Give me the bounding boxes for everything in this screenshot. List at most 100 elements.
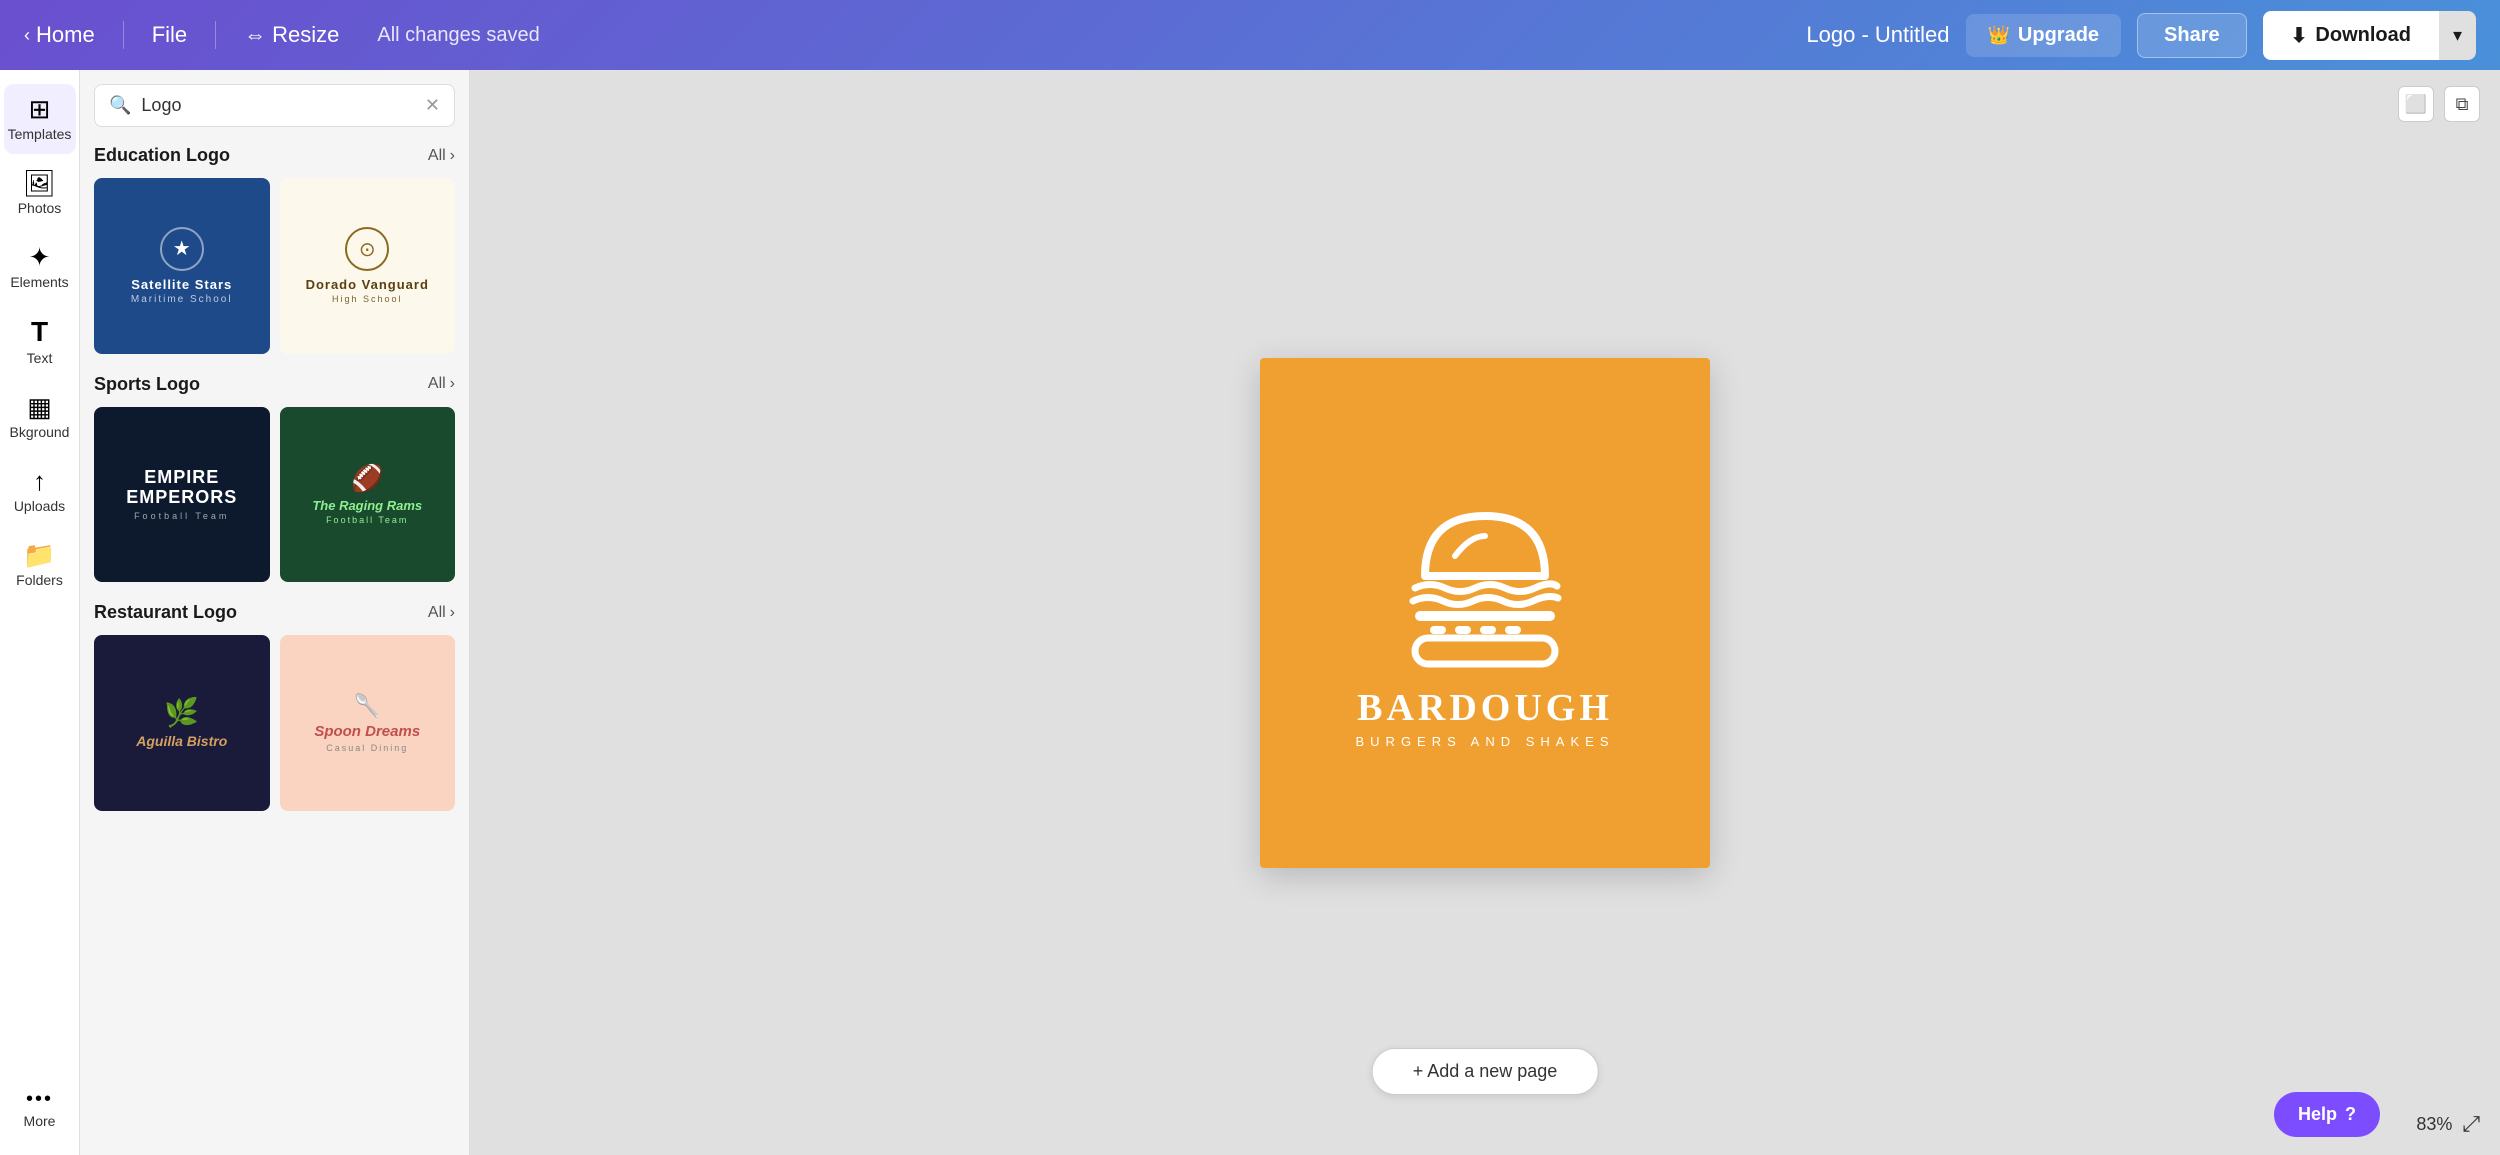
- share-button[interactable]: Share: [2137, 13, 2247, 58]
- crown-icon: 👑: [1988, 25, 2010, 46]
- notes-tool-button[interactable]: ⬜: [2398, 86, 2434, 122]
- document-title: Logo - Untitled: [1806, 22, 1949, 48]
- dorado-star-icon: ⊙: [359, 237, 376, 262]
- add-new-page-button[interactable]: + Add a new page: [1372, 1048, 1599, 1095]
- main-layout: ⊞ Templates 🖼 Photos ✦ Elements T Text ▦…: [0, 70, 2500, 1155]
- share-label: Share: [2164, 24, 2220, 46]
- spoon-icon: 🥄: [354, 693, 381, 719]
- empire-name: EMPIREEMPERORS: [126, 468, 237, 508]
- brand-name: BARDOUGH: [1357, 686, 1613, 730]
- back-arrow-icon: ‹: [24, 25, 30, 46]
- resize-button[interactable]: ⇔ Resize: [244, 22, 339, 48]
- help-label: Help: [2298, 1104, 2337, 1125]
- satellite-star-icon: ★: [173, 236, 191, 261]
- satellite-sub: Maritime School: [131, 294, 233, 305]
- text-icon: T: [31, 318, 48, 346]
- download-dropdown-button[interactable]: ▾: [2439, 11, 2476, 60]
- help-icon: ?: [2345, 1104, 2356, 1125]
- spoon-name: Spoon Dreams: [314, 723, 420, 740]
- spoon-sub: Casual Dining: [326, 743, 408, 753]
- download-label: Download: [2315, 24, 2411, 47]
- sports-template-grid: EMPIREEMPERORS Football Team 🏈 The Ragin…: [94, 407, 455, 583]
- sidebar-item-uploads[interactable]: ↑ Uploads: [4, 456, 76, 526]
- sidebar-item-folders[interactable]: 📁 Folders: [4, 530, 76, 600]
- help-button[interactable]: Help ?: [2274, 1092, 2380, 1137]
- sidebar-photos-label: Photos: [18, 200, 62, 216]
- satellite-name: Satellite Stars: [131, 277, 232, 292]
- search-box[interactable]: 🔍 ✕: [94, 84, 455, 127]
- sidebar-elements-label: Elements: [10, 274, 68, 290]
- dorado-name: Dorado Vanguard: [306, 277, 429, 292]
- leaf-icon: 🌿: [164, 696, 199, 729]
- education-all-button[interactable]: All ›: [428, 147, 455, 165]
- sidebar-more-label: More: [24, 1113, 56, 1129]
- restaurant-all-button[interactable]: All ›: [428, 604, 455, 622]
- search-input[interactable]: [141, 95, 414, 116]
- education-section-header: Education Logo All ›: [94, 145, 455, 166]
- template-card-aguilla[interactable]: 🌿 Aguilla Bistro: [94, 635, 270, 811]
- topbar-right: Logo - Untitled 👑 Upgrade Share ⬇ Downlo…: [1806, 11, 2476, 60]
- education-section-title: Education Logo: [94, 145, 230, 166]
- download-icon: ⬇: [2291, 23, 2308, 48]
- empire-sub: Football Team: [134, 511, 229, 521]
- download-button-group: ⬇ Download ▾: [2263, 11, 2476, 60]
- topbar-left: ‹ Home File ⇔ Resize All changes saved: [24, 21, 540, 49]
- sports-section-title: Sports Logo: [94, 374, 200, 395]
- file-button[interactable]: File: [152, 22, 187, 48]
- sidebar: ⊞ Templates 🖼 Photos ✦ Elements T Text ▦…: [0, 70, 80, 1155]
- sports-all-label: All: [428, 375, 446, 393]
- divider: [215, 21, 216, 49]
- expand-icon[interactable]: ⤢: [2462, 1111, 2480, 1137]
- notes-icon: ⬜: [2405, 94, 2427, 115]
- copy-tool-button[interactable]: ⧉: [2444, 86, 2480, 122]
- dorado-circle: ⊙: [345, 227, 389, 271]
- more-icon: •••: [26, 1089, 53, 1109]
- sidebar-item-more[interactable]: ••• More: [4, 1077, 76, 1141]
- sidebar-item-elements[interactable]: ✦ Elements: [4, 232, 76, 302]
- search-icon: 🔍: [109, 95, 131, 116]
- raging-sub: Football Team: [326, 515, 408, 525]
- sports-section-header: Sports Logo All ›: [94, 374, 455, 395]
- sidebar-uploads-label: Uploads: [14, 498, 65, 514]
- restaurant-template-grid: 🌿 Aguilla Bistro 🥄 Spoon Dreams Casual D…: [94, 635, 455, 811]
- chevron-down-icon: ▾: [2453, 25, 2462, 45]
- uploads-icon: ↑: [33, 468, 46, 494]
- topbar: ‹ Home File ⇔ Resize All changes saved L…: [0, 0, 2500, 70]
- restaurant-section-title: Restaurant Logo: [94, 602, 237, 623]
- photos-icon: 🖼: [23, 170, 56, 196]
- canvas-wrapper: BARDOUGH BURGERS AND SHAKES: [1260, 358, 1710, 868]
- sidebar-item-background[interactable]: ▦ Bkground: [4, 382, 76, 452]
- template-card-satellite[interactable]: ★ Satellite Stars Maritime School: [94, 178, 270, 354]
- chevron-right-icon: ›: [450, 147, 455, 165]
- folders-icon: 📁: [23, 542, 55, 568]
- football-icon: 🏈: [351, 463, 383, 494]
- template-card-raging[interactable]: 🏈 The Raging Rams Football Team: [280, 407, 456, 583]
- download-button[interactable]: ⬇ Download: [2263, 11, 2439, 60]
- auto-save-status: All changes saved: [377, 24, 539, 47]
- sidebar-item-templates[interactable]: ⊞ Templates: [4, 84, 76, 154]
- canvas-area: ⬜ ⧉: [470, 70, 2500, 1155]
- template-card-empire[interactable]: EMPIREEMPERORS Football Team: [94, 407, 270, 583]
- restaurant-all-label: All: [428, 604, 446, 622]
- chevron-right-icon: ›: [450, 375, 455, 393]
- resize-label: Resize: [272, 22, 339, 48]
- education-all-label: All: [428, 147, 446, 165]
- aguilla-name: Aguilla Bistro: [136, 733, 227, 749]
- zoom-level: 83%: [2416, 1114, 2452, 1135]
- chevron-right-icon: ›: [450, 604, 455, 622]
- upgrade-label: Upgrade: [2018, 24, 2099, 47]
- clear-search-icon[interactable]: ✕: [425, 95, 440, 116]
- divider: [123, 21, 124, 49]
- sports-all-button[interactable]: All ›: [428, 375, 455, 393]
- home-button[interactable]: ‹ Home: [24, 22, 95, 48]
- sidebar-background-label: Bkground: [10, 424, 70, 440]
- background-icon: ▦: [27, 394, 52, 420]
- sidebar-folders-label: Folders: [16, 572, 63, 588]
- sidebar-item-photos[interactable]: 🖼 Photos: [4, 158, 76, 228]
- template-card-spoon[interactable]: 🥄 Spoon Dreams Casual Dining: [280, 635, 456, 811]
- raging-name: The Raging Rams: [312, 498, 422, 513]
- sidebar-item-text[interactable]: T Text: [4, 306, 76, 378]
- design-canvas[interactable]: BARDOUGH BURGERS AND SHAKES: [1260, 358, 1710, 868]
- template-card-dorado[interactable]: ⊙ Dorado Vanguard High School: [280, 178, 456, 354]
- upgrade-button[interactable]: 👑 Upgrade: [1966, 14, 2122, 57]
